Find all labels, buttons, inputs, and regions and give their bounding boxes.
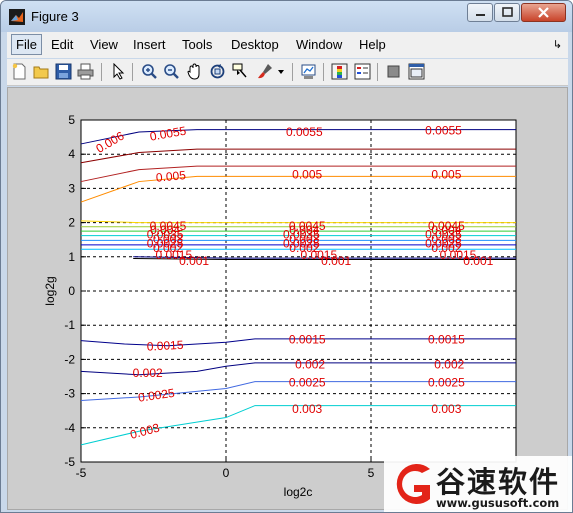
contour-label: 0.0055 xyxy=(286,125,323,139)
legend-icon[interactable] xyxy=(354,63,371,80)
contour-label: 0.005 xyxy=(155,168,186,185)
contour-label: 0.005 xyxy=(431,168,461,182)
watermark-url: www.gususoft.com xyxy=(436,496,560,510)
pan-hand-icon[interactable] xyxy=(186,63,203,80)
x-tick-label: 5 xyxy=(368,466,375,480)
contour-label: 0.002 xyxy=(133,366,163,380)
brush-icon[interactable] xyxy=(256,63,273,80)
data-cursor-icon[interactable] xyxy=(232,63,249,80)
y-tick-label: 4 xyxy=(68,147,75,161)
link-plot-icon[interactable] xyxy=(300,63,317,80)
y-tick-label: 2 xyxy=(68,216,75,230)
hide-plot-tools-icon[interactable] xyxy=(385,63,402,80)
contour-label: 0.0015 xyxy=(146,338,184,354)
menu-edit[interactable]: Edit xyxy=(51,37,73,52)
print-icon[interactable] xyxy=(77,63,94,80)
contour-label: 0.003 xyxy=(431,402,461,416)
x-axis-label: log2c xyxy=(284,485,313,499)
close-icon xyxy=(538,7,549,18)
contour-label: 0.003 xyxy=(292,402,322,416)
contour-label: 0.001 xyxy=(463,254,493,268)
contour-plot[interactable]: 0.006 0.0055 0.0055 0.00550.005 0.005 0.0050.… xyxy=(8,88,567,509)
y-tick-label: 3 xyxy=(68,181,75,195)
toolbar-separator xyxy=(292,63,293,81)
y-tick-label: -4 xyxy=(64,421,75,435)
toolbar-separator xyxy=(323,63,324,81)
menu-dock-arrow-icon[interactable]: ↳ xyxy=(553,38,562,51)
y-axis-label: log2g xyxy=(43,276,57,305)
menu-view[interactable]: View xyxy=(90,37,118,52)
contour-label: 0.001 xyxy=(179,254,209,268)
menu-tools[interactable]: Tools xyxy=(182,37,212,52)
contour-label: 0.0025 xyxy=(289,376,326,390)
y-tick-label: 0 xyxy=(68,284,75,298)
x-tick-label: -5 xyxy=(76,466,87,480)
menu-insert[interactable]: Insert xyxy=(133,37,166,52)
figure-window: Figure 3 File Edit View Insert Tools Des… xyxy=(0,0,573,513)
matlab-icon xyxy=(9,9,25,25)
contour-label: 0.002 xyxy=(295,358,325,372)
rotate-3d-icon[interactable] xyxy=(209,63,226,80)
y-tick-label: -3 xyxy=(64,387,75,401)
minimize-button[interactable] xyxy=(467,3,493,22)
watermark-title: 谷速软件 xyxy=(436,465,561,499)
title-bar[interactable]: Figure 3 xyxy=(1,1,572,32)
edit-plot-arrow-icon[interactable] xyxy=(110,63,127,80)
contour-label: 0.001 xyxy=(321,254,351,268)
menu-window[interactable]: Window xyxy=(296,37,342,52)
contour-label: 0.0015 xyxy=(428,333,465,347)
contour-label: 0.0015 xyxy=(289,333,326,347)
toolbar-separator xyxy=(101,63,102,81)
menu-file[interactable]: File xyxy=(11,34,42,55)
new-figure-icon[interactable] xyxy=(11,63,28,80)
menu-help[interactable]: Help xyxy=(359,37,386,52)
y-tick-label: 1 xyxy=(68,250,75,264)
y-tick-label: -1 xyxy=(64,318,75,332)
show-plot-tools-icon[interactable] xyxy=(408,63,425,80)
contour-label: 0.0025 xyxy=(428,376,465,390)
gusu-logo-icon xyxy=(396,464,430,504)
toolbar-separator xyxy=(132,63,133,81)
colorbar-icon[interactable] xyxy=(331,63,348,80)
contour-label: 0.002 xyxy=(434,358,464,372)
zoom-in-icon[interactable] xyxy=(141,63,158,80)
y-tick-label: 5 xyxy=(68,113,75,127)
zoom-out-icon[interactable] xyxy=(163,63,180,80)
open-file-icon[interactable] xyxy=(33,63,50,80)
y-tick-label: -5 xyxy=(64,455,75,469)
contour-label: 0.0055 xyxy=(425,123,462,137)
close-button[interactable] xyxy=(521,3,566,22)
watermark-overlay: 谷速软件 www.gususoft.com xyxy=(384,456,572,512)
menu-desktop[interactable]: Desktop xyxy=(231,37,279,52)
maximize-button[interactable] xyxy=(494,3,520,22)
x-tick-label: 0 xyxy=(223,466,230,480)
maximize-icon xyxy=(502,7,513,17)
contour-label: 0.005 xyxy=(292,168,322,182)
save-icon[interactable] xyxy=(55,63,72,80)
minimize-icon xyxy=(476,14,485,16)
brush-dropdown-icon[interactable] xyxy=(277,63,285,80)
figure-toolbar xyxy=(7,59,568,86)
window-title: Figure 3 xyxy=(31,9,79,24)
y-tick-label: -2 xyxy=(64,352,75,366)
menu-bar: File Edit View Insert Tools Desktop Wind… xyxy=(7,32,568,58)
toolbar-separator xyxy=(377,63,378,81)
figure-canvas: 0.006 0.0055 0.0055 0.0055 0.005 0.005 0.005 0.… xyxy=(7,87,568,510)
